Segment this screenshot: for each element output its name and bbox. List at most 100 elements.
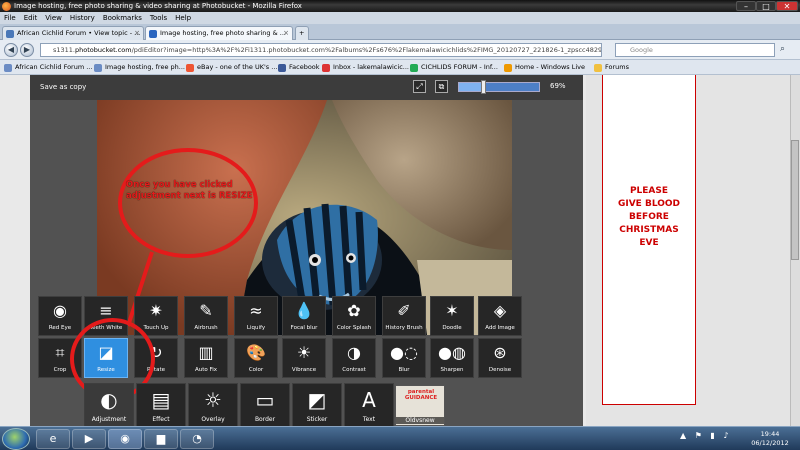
vibrance-tool[interactable]: ☀ Vibrance [282,338,326,378]
adjustment-category[interactable]: ◐ Adjustment [84,383,134,427]
layers-icon: ◈ [493,301,507,320]
bookmarks-bar: African Cichlid Forum ... Image hosting,… [0,60,800,75]
menu-bookmarks[interactable]: Bookmarks [99,12,146,24]
ie-icon[interactable]: e [36,429,70,449]
menu-history[interactable]: History [66,12,99,24]
menu-file[interactable]: File [0,12,20,24]
zoom-slider[interactable] [458,82,540,92]
search-input[interactable]: Google [615,43,775,57]
zoom-label: 69% [550,82,566,90]
bookmark-item[interactable]: Home - Windows Live [504,60,585,74]
brush-icon: ✐ [397,301,411,320]
oldvsnew-logo: parental GUIDANCE [404,389,438,401]
airbrush-icon: ✎ [199,301,213,320]
blur-icon: ●◌ [390,343,418,362]
url-path: /pdiEditor?image=http%3A%2F%2Fi1311.phot… [131,46,602,54]
back-button[interactable]: ◀ [4,43,18,57]
media-player-icon[interactable]: ▶ [72,429,106,449]
annotation-circle [118,148,258,258]
forward-button[interactable]: ▶ [20,43,34,57]
scrollbar-thumb[interactable] [791,140,799,260]
denoise-icon: ⊛ [493,343,507,362]
drops-icon: 💧 [294,301,314,320]
lightbulb-icon: ☼ [204,388,222,412]
firefox-icon [2,2,11,11]
sharpen-tool[interactable]: ●◍ Sharpen [430,338,474,378]
annotation-text: Once you have clicked adjustment next is… [126,180,253,201]
sparkle-icon: ✷ [149,301,163,320]
favicon-icon [149,30,157,38]
sticker-category[interactable]: ◩ Sticker [292,383,342,427]
bookmark-item[interactable]: CICHLIDS FORUM - Inf... [410,60,498,74]
bookmark-item[interactable]: African Cichlid Forum ... [4,60,92,74]
tab-label: African Cichlid Forum • View topic - ... [17,29,141,37]
save-as-copy-button[interactable]: Save as copy [40,83,86,91]
flower-icon: ✿ [347,301,361,320]
clock[interactable]: 19:44 06/12/2012 [745,430,795,448]
fullscreen-icon[interactable]: ⤢ [413,80,426,93]
color-splash-tool[interactable]: ✿ Color Splash [332,296,376,336]
sharpen-icon: ●◍ [438,343,466,362]
menu-bar: File Edit View History Bookmarks Tools Help [0,12,800,24]
compare-icon[interactable]: ⧉ [435,80,448,93]
close-button[interactable]: ✕ [776,1,798,11]
windows-taskbar: e ▶ ◉ ▆ ◔ ▲ ⚑ ▮ ♪ 19:44 06/12/2012 [0,426,800,450]
firefox-icon[interactable]: ◉ [108,429,142,449]
effect-category[interactable]: ▤ Effect [136,383,186,427]
contrast-tool[interactable]: ◑ Contrast [332,338,376,378]
bookmark-item[interactable]: eBay - one of the UK's ... [186,60,277,74]
blur-tool[interactable]: ●◌ Blur [382,338,426,378]
tab-photobucket[interactable]: Image hosting, free photo sharing & ... … [145,26,293,40]
bookmark-item[interactable]: Facebook [278,60,320,74]
bookmark-item[interactable]: Inbox - lakemalawicic... [322,60,409,74]
palette-icon: 🎨 [246,343,266,362]
add-image-tool[interactable]: ◈ Add Image [478,296,522,336]
magnifier-icon[interactable]: ⌕ [780,44,792,56]
window-title: Image hosting, free photo sharing & vide… [14,2,302,10]
wave-icon: ≈ [249,301,263,320]
liquify-tool[interactable]: ≈ Liquify [234,296,278,336]
text-category[interactable]: A Text [344,383,394,427]
color-tool[interactable]: 🎨 Color [234,338,278,378]
address-bar[interactable]: s1311.photobucket.com/pdiEditor?image=ht… [40,43,602,57]
zoom-fill [459,83,482,91]
history-brush-tool[interactable]: ✐ History Brush [382,296,426,336]
auto-fix-tool[interactable]: ▥ Auto Fix [184,338,228,378]
new-tab-button[interactable]: + [295,26,309,40]
sticker-icon: ◩ [307,388,327,412]
menu-tools[interactable]: Tools [146,12,171,24]
sun-icon: ☀ [296,343,312,362]
bookmark-item[interactable]: Image hosting, free ph... [94,60,185,74]
menu-help[interactable]: Help [171,12,195,24]
minimize-button[interactable]: – [736,1,756,11]
text-icon: A [362,388,376,412]
system-tray[interactable]: ▲ ⚑ ▮ ♪ [680,431,731,440]
adjustment-icon: ◐ [100,388,118,412]
oldvsnew-category[interactable]: parental GUIDANCE Oldvsnew [395,385,445,426]
tab-close-icon[interactable]: × [134,27,140,40]
frame-icon: ▭ [255,388,275,412]
tab-label: Image hosting, free photo sharing & ... [160,29,286,37]
folder-icon[interactable]: ▆ [144,429,178,449]
menu-edit[interactable]: Edit [20,12,42,24]
red-eye-tool[interactable]: ◉ Red Eye [38,296,82,336]
start-button[interactable] [2,428,30,450]
navigation-bar: ◀ ▶ s1311.photobucket.com/pdiEditor?imag… [0,40,800,60]
film-icon: ▤ [151,388,171,412]
doodle-tool[interactable]: ✶ Doodle [430,296,474,336]
histogram-icon: ▥ [198,343,214,362]
maximize-button[interactable]: □ [756,1,776,11]
zoom-handle[interactable] [481,80,486,94]
bookmark-folder[interactable]: Forums [594,60,629,74]
focal-blur-tool[interactable]: 💧 Focal blur [282,296,326,336]
denoise-tool[interactable]: ⊛ Denoise [478,338,522,378]
tab-close-icon[interactable]: × [283,27,289,40]
clock-time: 19:44 [760,430,780,438]
border-category[interactable]: ▭ Border [240,383,290,427]
screenshot-tool-icon[interactable]: ◔ [180,429,214,449]
tab-african-cichlid[interactable]: African Cichlid Forum • View topic - ...… [2,26,144,40]
airbrush-tool[interactable]: ✎ Airbrush [184,296,228,336]
menu-view[interactable]: View [41,12,66,24]
overlay-category[interactable]: ☼ Overlay [188,383,238,427]
favicon-icon [6,30,14,38]
